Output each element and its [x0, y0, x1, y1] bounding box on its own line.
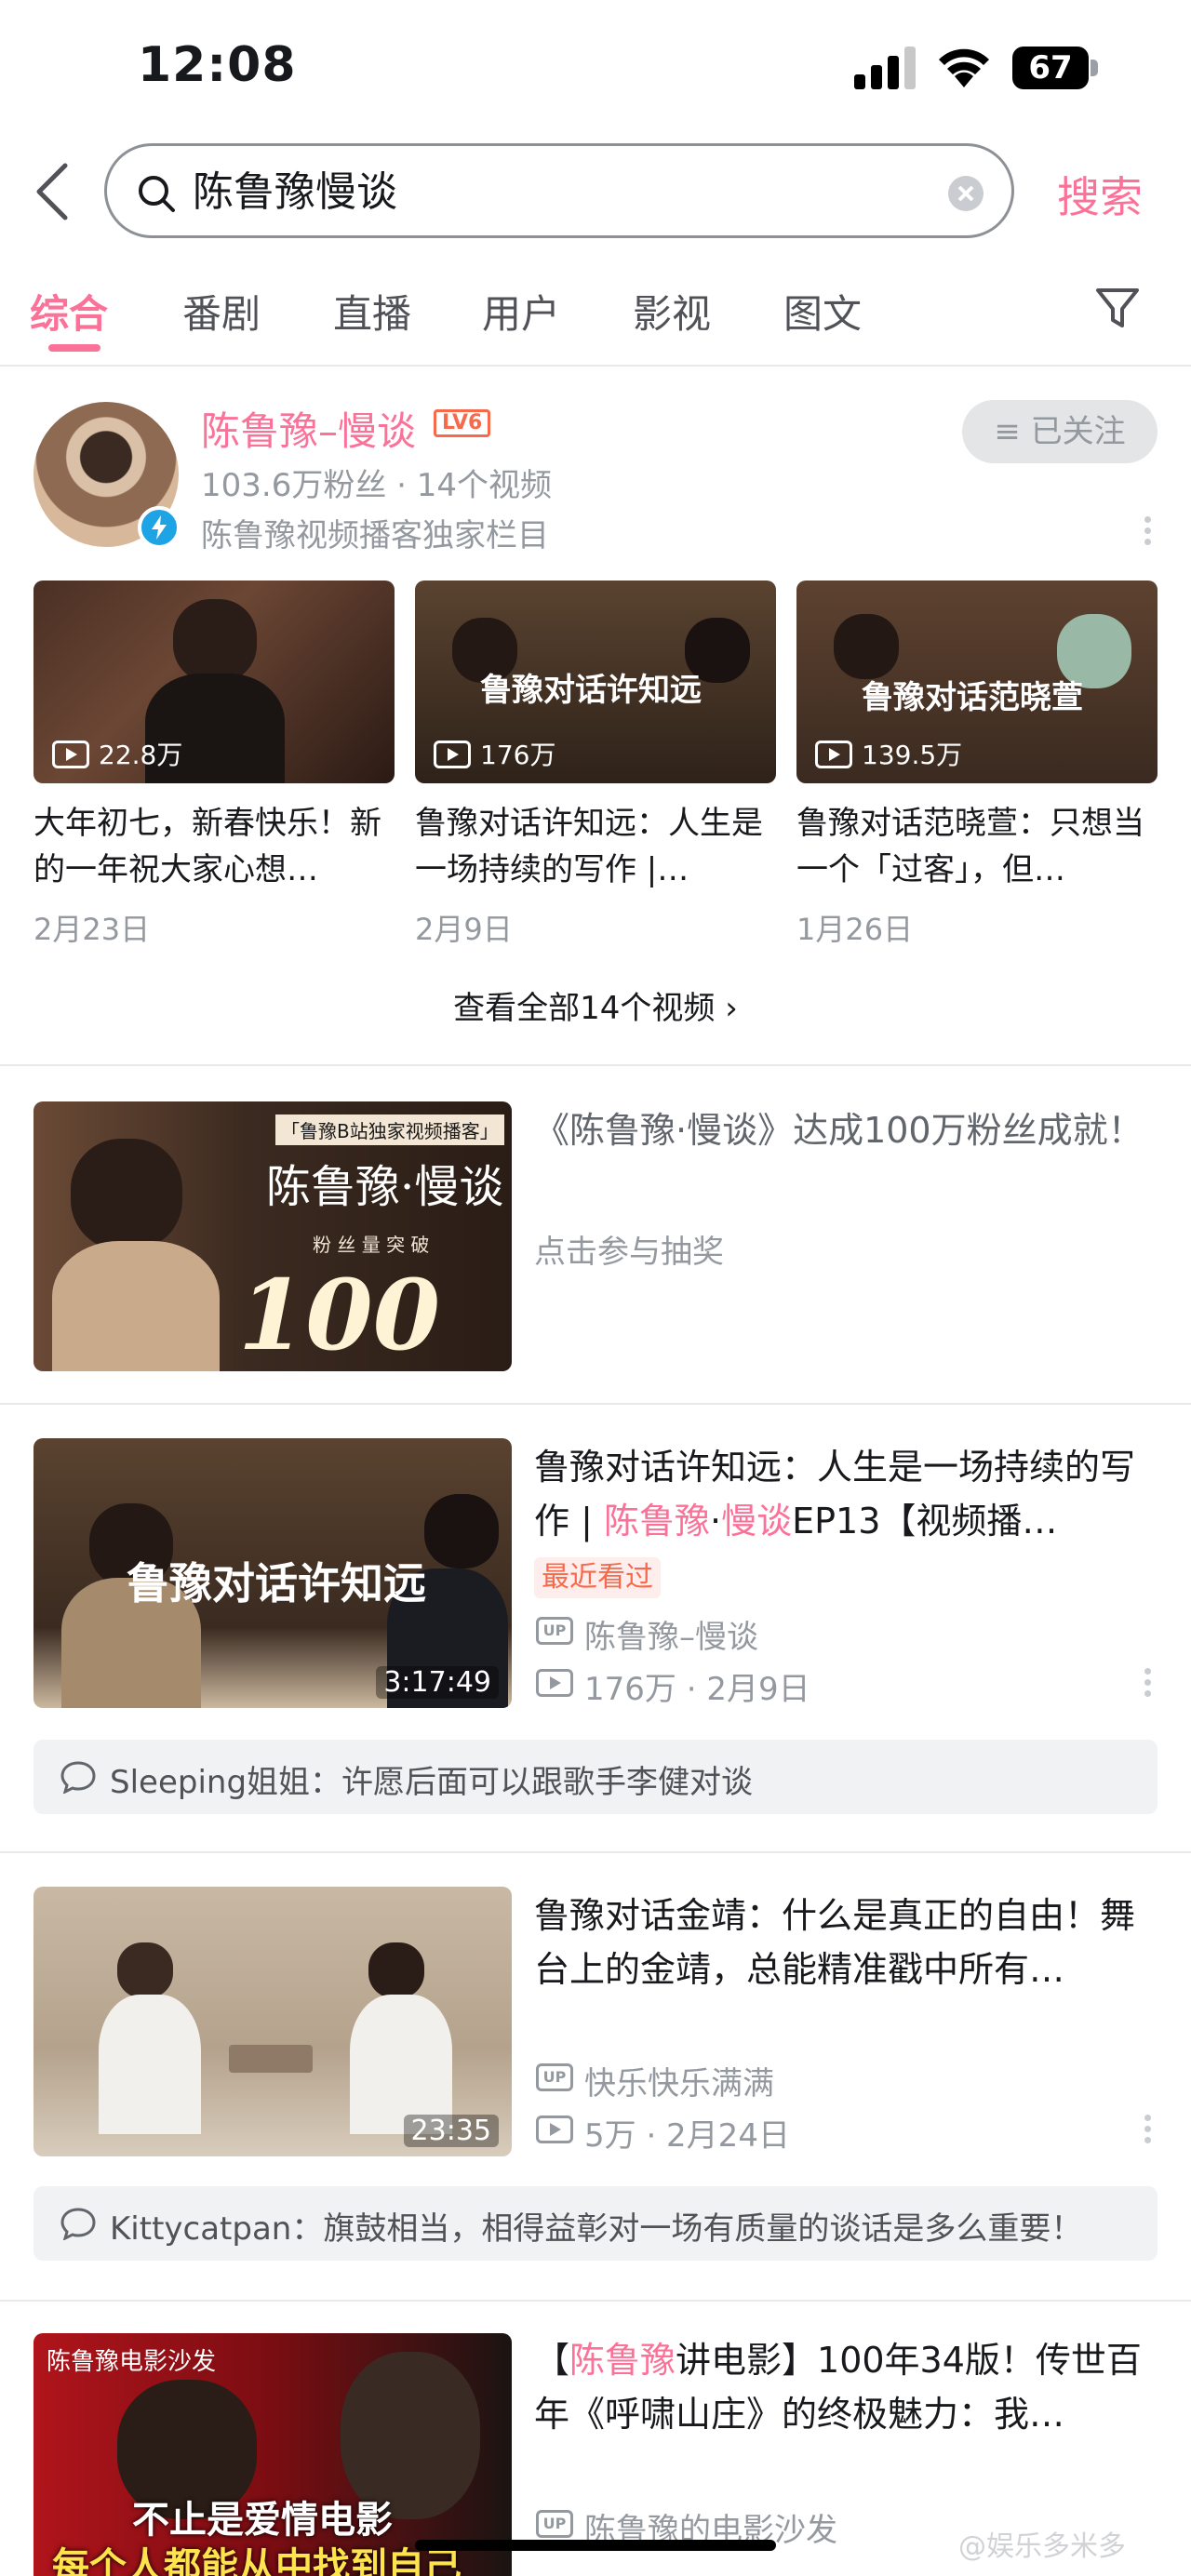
video-meta: 176万 · 2月9日: [584, 1671, 810, 1708]
thumbnail-brand: 陈鲁豫电影沙发: [47, 2348, 217, 2376]
view-all-videos-link[interactable]: 查看全部14个视频 ›: [0, 982, 1191, 1028]
video-title[interactable]: 鲁豫对话范晓萱：只想当一个「过客」，但…: [796, 800, 1159, 893]
comment-icon: [60, 1761, 96, 1794]
view-count: 139.5万: [862, 740, 963, 770]
search-button[interactable]: 搜索: [1057, 164, 1143, 225]
uploader-name[interactable]: 快乐快乐满满: [584, 2058, 774, 2103]
filter-icon[interactable]: [1094, 285, 1141, 331]
play-count-icon: [536, 2116, 573, 2143]
cellular-signal-icon: [854, 47, 916, 89]
user-name[interactable]: 陈鲁豫–慢谈: [201, 400, 416, 457]
comment-text: Kittycatpan：旗鼓相当，相得益彰对一场有质量的谈话是多么重要！: [110, 2210, 1083, 2248]
home-indicator[interactable]: [415, 2540, 776, 2551]
search-icon: [139, 176, 175, 212]
battery-icon: 67: [1012, 47, 1100, 89]
active-tab-indicator: [48, 344, 100, 352]
result-title[interactable]: 《陈鲁豫·慢谈》达成100万粉丝成就！: [534, 1103, 1167, 1211]
video-title[interactable]: 鲁豫对话许知远：人生是一场持续的写作 |…: [415, 800, 778, 893]
more-options-icon[interactable]: [1141, 2112, 1154, 2153]
divider: [0, 365, 1191, 367]
watermark: @娱乐多米多: [958, 2530, 1126, 2563]
uploader-name[interactable]: 陈鲁豫–慢谈: [584, 1611, 758, 1657]
search-query: 陈鲁豫慢谈: [193, 168, 397, 216]
video-duration: 23:35: [403, 2115, 499, 2147]
result-subtitle[interactable]: 点击参与抽奖: [534, 1226, 724, 1272]
featured-comment[interactable]: Sleeping姐姐：许愿后面可以跟歌手李健对谈: [33, 1740, 1158, 1814]
thumbnail-caption: 每个人都能从中找到自己: [52, 2545, 462, 2576]
user-description: 陈鲁豫视频播客独家栏目: [201, 517, 549, 554]
result-thumbnail[interactable]: 鲁豫对话许知远 3:17:49: [33, 1438, 512, 1708]
video-thumbnail[interactable]: 22.8万: [33, 581, 395, 783]
verified-badge-icon: [138, 506, 181, 549]
back-arrow-icon[interactable]: [32, 162, 73, 221]
wifi-icon: [939, 48, 989, 87]
user-stats: 103.6万粉丝 · 14个视频: [201, 467, 553, 504]
tab-articles[interactable]: 图文: [783, 283, 862, 340]
clear-icon[interactable]: [948, 176, 984, 211]
level-badge: LV6: [434, 409, 491, 437]
thumbnail-caption: 鲁豫对话许知远: [480, 672, 702, 709]
result-thumbnail[interactable]: 23:35: [33, 1887, 512, 2156]
view-count: 176万: [480, 740, 556, 770]
play-icon: [815, 741, 852, 768]
play-count-icon: [536, 1669, 573, 1697]
result-title[interactable]: 鲁豫对话许知远：人生是一场持续的写作 | 陈鲁豫·慢谈EP13【视频播…: [534, 1440, 1167, 1548]
video-date: 2月23日: [33, 912, 151, 947]
video-duration: 3:17:49: [376, 1666, 499, 1699]
uploader-icon: UP: [536, 2063, 573, 2091]
uploader-icon: UP: [536, 2510, 573, 2538]
play-icon: [434, 741, 471, 768]
video-title[interactable]: 大年初七，新春快乐！新的一年祝大家心想…: [33, 800, 396, 893]
following-button[interactable]: ≡ 已关注: [962, 400, 1158, 463]
comment-icon: [60, 2208, 96, 2240]
thumbnail-caption: 鲁豫对话许知远: [127, 1558, 426, 1608]
thumbnail-brand: 陈鲁豫·慢谈: [266, 1161, 504, 1213]
result-title[interactable]: 鲁豫对话金靖：什么是真正的自由！舞台上的金靖，总能精准戳中所有…: [534, 1889, 1167, 1996]
video-date: 1月26日: [796, 912, 914, 947]
more-options-icon[interactable]: [1141, 1665, 1154, 1706]
video-thumbnail[interactable]: 鲁豫对话范晓萱 139.5万: [796, 581, 1158, 783]
comment-text: Sleeping姐姐：许愿后面可以跟歌手李健对谈: [110, 1764, 754, 1801]
more-options-icon[interactable]: [1141, 514, 1154, 554]
thumbnail-caption: 鲁豫对话范晓萱: [862, 679, 1083, 716]
tab-bangumi[interactable]: 番剧: [182, 283, 261, 340]
recently-watched-badge: 最近看过: [534, 1557, 661, 1598]
tab-film-tv[interactable]: 影视: [633, 283, 711, 340]
video-meta: 5万 · 2月24日: [584, 2117, 790, 2155]
video-thumbnail[interactable]: 鲁豫对话许知远 176万: [415, 581, 776, 783]
result-tabs: 综合 番剧 直播 用户 影视 图文: [0, 275, 1191, 365]
divider: [0, 1403, 1191, 1405]
tab-users[interactable]: 用户: [482, 283, 560, 340]
search-input[interactable]: 陈鲁豫慢谈: [104, 143, 1014, 238]
uploader-icon: UP: [536, 1617, 573, 1645]
featured-comment[interactable]: Kittycatpan：旗鼓相当，相得益彰对一场有质量的谈话是多么重要！: [33, 2186, 1158, 2261]
result-thumbnail[interactable]: 「鲁豫B站独家视频播客」 陈鲁豫·慢谈 粉 丝 量 突 破 100万: [33, 1101, 512, 1371]
thumbnail-big-number: 100万: [238, 1258, 441, 1371]
divider: [0, 2300, 1191, 2302]
battery-level: 67: [1012, 47, 1089, 89]
divider: [0, 1064, 1191, 1066]
tab-live[interactable]: 直播: [333, 283, 411, 340]
result-title[interactable]: 【陈鲁豫讲电影】100年34版！传世百年《呼啸山庄》的终极魅力：我…: [534, 2333, 1167, 2441]
tab-comprehensive[interactable]: 综合: [30, 283, 108, 340]
thumbnail-tag: 「鲁豫B站独家视频播客」: [275, 1114, 504, 1145]
status-bar: 12:08 67: [0, 0, 1191, 140]
status-time: 12:08: [138, 37, 297, 93]
divider: [0, 1851, 1191, 1853]
play-icon: [52, 741, 89, 768]
view-count: 22.8万: [99, 740, 183, 770]
video-date: 2月9日: [415, 912, 513, 947]
thumbnail-caption: 粉 丝 量 突 破: [313, 1234, 430, 1256]
